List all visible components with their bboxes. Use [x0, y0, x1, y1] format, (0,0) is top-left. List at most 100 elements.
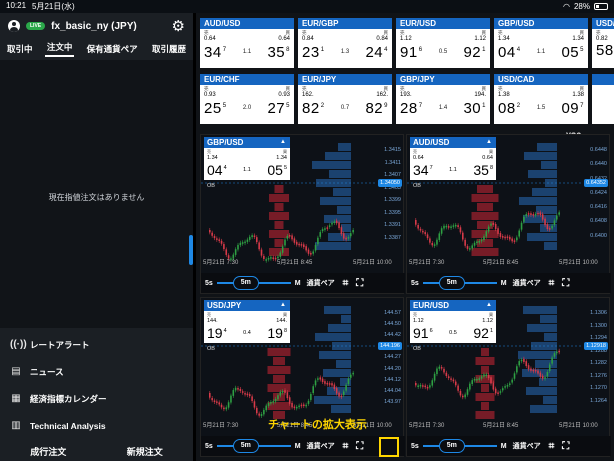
- sell-price[interactable]: 916: [400, 43, 423, 60]
- market-order-button[interactable]: 成行注文: [0, 445, 97, 458]
- buy-price[interactable]: 921: [463, 43, 486, 60]
- sell-price[interactable]: 347: [204, 43, 227, 60]
- expand-icon[interactable]: ⛶: [356, 441, 363, 452]
- buy-price-prefix: 0.93: [278, 92, 290, 98]
- candle: [487, 374, 490, 379]
- rate-tile-partial[interactable]: [592, 74, 614, 124]
- currency-pair-button[interactable]: 通貨ペア: [307, 278, 335, 288]
- crosshair-icon[interactable]: ⌗: [549, 278, 555, 289]
- sell-price[interactable]: 58: [596, 43, 614, 58]
- interval-slider[interactable]: 5m: [216, 276, 291, 290]
- gear-icon[interactable]: ⚙: [172, 19, 185, 34]
- chart-panel[interactable]: AUD/USD 売買 0.640.64 347 1.1 358 OB 0.644…: [406, 134, 611, 294]
- rate-tile[interactable]: EUR/GBP 売買 0.84 0.84 231 1.3 244: [298, 18, 392, 68]
- orderbook-bar-buy: [537, 143, 557, 151]
- expand-icon[interactable]: ⛶: [356, 278, 363, 289]
- interval-slider-knob[interactable]: 5m: [232, 439, 259, 453]
- interval-slider-knob[interactable]: 5m: [232, 276, 259, 290]
- buy-price[interactable]: 244: [365, 43, 388, 60]
- interval-slider[interactable]: 5m: [422, 439, 497, 453]
- sell-price[interactable]: 044: [207, 161, 227, 177]
- expand-icon[interactable]: ⛶: [562, 278, 569, 289]
- orderbook-bar-buy: [527, 233, 557, 241]
- chart-panel[interactable]: USD/JPY 売買 144.144. 194 0.4 198 OB 144.5…: [200, 297, 405, 457]
- rate-tile[interactable]: GBP/USD 売買 1.34 1.34 044 1.1 055: [494, 18, 588, 68]
- interval-slider-knob[interactable]: 5m: [438, 276, 465, 290]
- rate-tile[interactable]: USD/CAD 売買 1.38 1.38 082 1.5 097: [494, 74, 588, 124]
- chart-pair-selector[interactable]: USD/JPY: [204, 300, 290, 311]
- buy-price[interactable]: 301: [463, 99, 486, 116]
- tab-history[interactable]: 取引履歴: [150, 43, 188, 55]
- candle: [251, 396, 253, 402]
- currency-pair-button[interactable]: 通貨ペア: [307, 441, 335, 451]
- buy-price[interactable]: 358: [473, 161, 493, 177]
- sell-price[interactable]: 347: [413, 161, 433, 177]
- chart-pair-selector[interactable]: EUR/USD: [410, 300, 496, 311]
- buy-price[interactable]: 358: [267, 43, 290, 60]
- interval-slider[interactable]: 5m: [216, 439, 291, 453]
- tab-open-positions[interactable]: 取引中: [5, 43, 35, 55]
- spread: 1.1: [449, 167, 457, 173]
- chart-panel[interactable]: EUR/USD 売買 1.121.12 916 0.5 921 OB 1.130…: [406, 297, 611, 457]
- user-icon[interactable]: [8, 20, 20, 32]
- crosshair-icon[interactable]: ⌗: [549, 441, 555, 452]
- chart-pair-selector[interactable]: AUD/USD: [410, 137, 496, 148]
- sell-price[interactable]: 916: [413, 324, 433, 340]
- expand-icon[interactable]: ⛶: [562, 441, 569, 452]
- interval-slider-knob[interactable]: 5m: [438, 439, 465, 453]
- buy-price[interactable]: 097: [561, 99, 584, 116]
- live-badge: LIVE: [26, 22, 46, 30]
- tab-holdings[interactable]: 保有通貨ペア: [85, 43, 140, 55]
- sell-price[interactable]: 194: [207, 324, 227, 340]
- currency-pair-button[interactable]: 通貨ペア: [513, 278, 541, 288]
- buy-price[interactable]: 198: [267, 324, 287, 340]
- new-order-button[interactable]: 新規注文: [97, 445, 194, 458]
- rate-tile[interactable]: EUR/CHF 売買 0.93 0.93 255 2.0 275: [200, 74, 294, 124]
- candle: [326, 227, 329, 229]
- sell-price[interactable]: 822: [302, 99, 325, 116]
- menu-technical-analysis[interactable]: ▥ Technical Analysis: [0, 412, 193, 439]
- crosshair-icon[interactable]: ⌗: [343, 278, 349, 289]
- rate-tile[interactable]: GBP/JPY 売買 193. 194. 287 1.4 301: [396, 74, 490, 124]
- candle: [494, 388, 497, 394]
- account-name[interactable]: fx_basic_ny (JPY): [51, 21, 137, 32]
- price-axis-label: 144.57: [384, 310, 401, 316]
- menu-rate-alert[interactable]: ((·)) レートアラート: [0, 331, 193, 358]
- candle: [284, 239, 286, 246]
- sell-price[interactable]: 231: [302, 43, 325, 60]
- interval-slider[interactable]: 5m: [422, 276, 497, 290]
- sell-price[interactable]: 255: [204, 99, 227, 116]
- chart-quote-box[interactable]: 売買 1.34 1.34 044 1.1 055: [204, 148, 290, 180]
- rate-tile[interactable]: EUR/USD 売買 1.12 1.12 916 0.5 921: [396, 18, 490, 68]
- sell-price[interactable]: 287: [400, 99, 423, 116]
- sell-price[interactable]: 044: [498, 43, 521, 60]
- rate-tile[interactable]: AUD/USD 売買 0.64 0.64 347 1.1 358: [200, 18, 294, 68]
- chart-pair-selector[interactable]: GBP/USD: [204, 137, 290, 148]
- buy-price[interactable]: 055: [561, 43, 584, 60]
- buy-price[interactable]: 829: [365, 99, 388, 116]
- menu-economic-calendar[interactable]: ▦ 経済指標カレンダー: [0, 385, 193, 412]
- candle: [279, 391, 282, 396]
- chart-quote-box[interactable]: 売買 144. 144. 194 0.4 198: [204, 311, 290, 343]
- orderbook-bar-buy: [527, 324, 557, 332]
- candle: [260, 249, 263, 256]
- candle: [523, 358, 525, 363]
- rate-tile-partial[interactable]: USD/C 売 0.82 58: [592, 18, 614, 68]
- buy-price[interactable]: 275: [267, 99, 290, 116]
- candle: [457, 385, 459, 391]
- candle: [345, 384, 347, 391]
- chart-panel[interactable]: GBP/USD 売買 1.341.34 044 1.1 055 OB 1.341…: [200, 134, 405, 294]
- panel-resize-handle[interactable]: [189, 235, 193, 265]
- candle: [272, 257, 275, 259]
- menu-news[interactable]: ▤ ニュース: [0, 358, 193, 385]
- rate-tile[interactable]: EUR/JPY 売買 162. 162. 822 0.7 829: [298, 74, 392, 124]
- chart-quote-box[interactable]: 売買 0.64 0.64 347 1.1 358: [410, 148, 496, 180]
- buy-price[interactable]: 055: [267, 161, 287, 177]
- currency-pair-button[interactable]: 通貨ペア: [513, 441, 541, 451]
- chart-quote-box[interactable]: 売買 1.12 1.12 916 0.5 921: [410, 311, 496, 343]
- candle: [321, 229, 324, 232]
- crosshair-icon[interactable]: ⌗: [343, 441, 349, 452]
- buy-price[interactable]: 921: [473, 324, 493, 340]
- sell-price[interactable]: 082: [498, 99, 521, 116]
- tab-orders[interactable]: 注文中: [44, 41, 75, 57]
